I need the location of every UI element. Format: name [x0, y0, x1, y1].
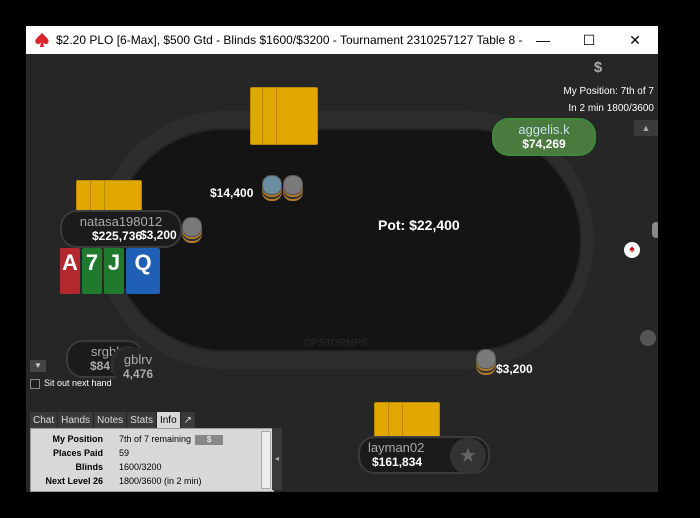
hole-card: Q	[126, 248, 160, 294]
close-button[interactable]: ✕	[612, 26, 658, 54]
bet-amount-left: $3,200	[140, 228, 177, 242]
chip-icon	[640, 330, 656, 346]
hole-card: 7	[82, 248, 102, 294]
info-key: Blinds	[75, 462, 103, 472]
chip-stack-icon	[182, 217, 202, 237]
hole-card: A	[60, 248, 80, 294]
minimize-button[interactable]: —	[520, 26, 566, 54]
info-value: 1800/3600 (in 2 min)	[119, 476, 202, 486]
info-tabs: Chat Hands Notes Stats Info ↗	[30, 410, 197, 430]
dealer-button-icon: ♠	[624, 242, 640, 258]
player-name: natasa198012	[79, 214, 163, 229]
bet-amount-top: $14,400	[210, 186, 254, 200]
window-title: $2.20 PLO [6-Max], $500 Gtd - Blinds $16…	[56, 33, 526, 47]
player-name: gblrv	[123, 352, 153, 367]
card-rank: A	[62, 250, 78, 275]
my-position-text: My Position: 7th of 7	[563, 86, 654, 97]
scroll-up-icon[interactable]: ▲	[634, 120, 658, 136]
sit-out-label: Sit out next hand	[44, 378, 112, 388]
info-scrollbar[interactable]	[261, 431, 271, 489]
info-row: Blinds 1600/3200	[31, 460, 261, 474]
checkbox-icon[interactable]	[30, 378, 40, 389]
player-seat-gblrv[interactable]: gblrv 4,476	[114, 348, 162, 386]
maximize-button[interactable]: ☐	[566, 26, 612, 54]
next-level-text: In 2 min 1800/3600	[568, 103, 654, 114]
info-value: 59	[119, 448, 130, 458]
chip-stack-icon	[262, 175, 282, 195]
info-key: Next Level 26	[45, 476, 103, 486]
card-rank: J	[107, 250, 121, 275]
poker-table-window: $2.20 PLO [6-Max], $500 Gtd - Blinds $16…	[26, 26, 658, 492]
info-key: My Position	[52, 434, 103, 444]
card-rank: 7	[85, 250, 99, 275]
info-key: Places Paid	[52, 448, 103, 458]
player-seat-aggelis[interactable]: aggelis.k $74,269	[492, 118, 596, 156]
collapse-panel-handle[interactable]: ◂	[272, 428, 282, 490]
options-dropdown-icon[interactable]: ▼	[30, 360, 46, 372]
player-name: aggelis.k	[518, 122, 570, 137]
star-avatar-icon: ★	[450, 438, 486, 474]
player-stack: 4,476	[122, 367, 154, 381]
dollar-icon[interactable]: $	[590, 60, 606, 76]
info-row: Places Paid 59	[31, 446, 261, 460]
info-value: 1600/3200	[119, 462, 162, 472]
table-felt-border	[112, 128, 582, 352]
hole-card: J	[104, 248, 124, 294]
pot-total: Pot: $22,400	[378, 217, 460, 233]
bet-amount-bottom: $3,200	[496, 362, 533, 376]
info-row: Next Level 26 1800/3600 (in 2 min)	[31, 474, 261, 488]
chip-stack-icon	[476, 349, 496, 369]
title-bar[interactable]: $2.20 PLO [6-Max], $500 Gtd - Blinds $16…	[26, 26, 658, 54]
table-watermark: GPSTORMPS	[304, 338, 368, 349]
seat-edge-icon	[652, 222, 658, 238]
card-back	[276, 87, 318, 145]
card-rank: Q	[134, 250, 152, 275]
info-row: My Position 7th of 7 remaining $	[31, 432, 261, 446]
chip-button[interactable]: $	[195, 435, 224, 445]
chip-stack-icon	[283, 175, 303, 195]
player-stack: $74,269	[522, 137, 566, 151]
info-panel: My Position 7th of 7 remaining $ Places P…	[30, 428, 274, 492]
spade-logo-icon	[35, 33, 49, 47]
info-value: 7th of 7 remaining	[119, 434, 192, 444]
sit-out-checkbox[interactable]: Sit out next hand	[30, 378, 112, 389]
